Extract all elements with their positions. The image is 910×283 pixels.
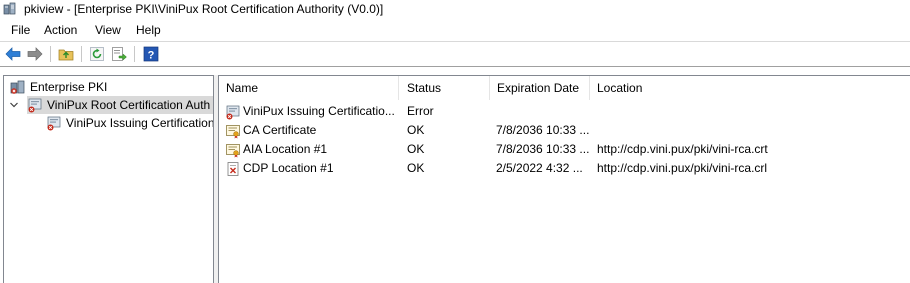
table-row[interactable]: CDP Location #1 OK 2/5/2022 4:32 ... htt… [219,159,910,178]
row-status: OK [407,123,425,137]
help-button[interactable]: ? [142,45,160,63]
menu-file[interactable]: File [9,23,32,37]
row-expiration [496,102,590,121]
toolbar: ? [0,41,910,67]
row-status: OK [407,142,425,156]
ca-error-icon [28,98,42,113]
column-header-expiration-date[interactable]: Expiration Date [490,76,590,100]
toolbar-separator [134,46,135,62]
forward-button[interactable] [26,45,44,63]
row-expiration: 7/8/2036 10:33 ... [496,123,590,137]
tree-item-label: ViniPux Root Certification Auth [47,98,211,112]
enterprise-pki-icon [10,80,25,94]
window-title: pkiview - [Enterprise PKI\ViniPux Root C… [24,2,384,16]
details-list: Name Status Expiration Date Location Vin… [218,75,910,283]
forward-arrow-icon [27,47,43,61]
toolbar-separator [50,46,51,62]
row-name: ViniPux Issuing Certificatio... [243,104,395,118]
row-name: CA Certificate [243,123,317,137]
back-arrow-icon [5,47,21,61]
tree-item-label: ViniPux Issuing Certification [66,116,214,130]
refresh-icon [90,47,104,61]
column-header-name[interactable]: Name [219,76,399,100]
tree-item-enterprise-pki[interactable]: Enterprise PKI [10,78,107,96]
menu-bar: File Action View Help [0,20,910,40]
menu-help[interactable]: Help [134,23,163,37]
table-row[interactable]: ViniPux Issuing Certificatio... Error [219,102,910,121]
row-location: http://cdp.vini.pux/pki/vini-rca.crl [597,161,768,175]
up-folder-icon [58,49,74,61]
row-location: http://cdp.vini.pux/pki/vini-rca.crt [597,142,768,156]
tree-item-root-ca[interactable]: ViniPux Root Certification Auth [27,96,213,114]
ca-error-icon [226,105,240,119]
export-list-icon [112,47,127,61]
table-row[interactable]: CA Certificate OK 7/8/2036 10:33 ... [219,121,910,140]
row-expiration: 7/8/2036 10:33 ... [496,142,590,156]
row-location [597,121,907,140]
column-header-status[interactable]: Status [400,76,490,100]
column-header-location[interactable]: Location [590,76,910,100]
refresh-button[interactable] [88,45,106,63]
export-list-button[interactable] [110,45,128,63]
certificate-icon [226,143,240,157]
ca-error-icon [47,116,61,131]
title-bar: pkiview - [Enterprise PKI\ViniPux Root C… [0,0,910,19]
row-name: CDP Location #1 [243,161,334,175]
crl-icon [227,161,239,176]
certificate-icon [226,124,240,138]
row-location [597,102,907,121]
toolbar-separator [81,46,82,62]
tree-item-issuing-ca[interactable]: ViniPux Issuing Certification [46,114,214,132]
tree-item-label: Enterprise PKI [30,80,108,94]
row-status: OK [407,161,425,175]
chevron-down-icon[interactable] [9,100,19,110]
pkiview-icon [3,2,16,15]
svg-text:?: ? [148,50,155,62]
row-name: AIA Location #1 [243,142,328,156]
row-expiration: 2/5/2022 4:32 ... [496,161,583,175]
menu-action[interactable]: Action [42,23,79,37]
menu-view[interactable]: View [93,23,123,37]
back-button[interactable] [4,45,22,63]
help-icon: ? [143,46,159,62]
up-one-level-button[interactable] [57,45,75,63]
row-status: Error [407,104,434,118]
table-row[interactable]: AIA Location #1 OK 7/8/2036 10:33 ... ht… [219,140,910,159]
tree-pane: Enterprise PKI ViniPux Root Certificatio… [3,75,214,283]
